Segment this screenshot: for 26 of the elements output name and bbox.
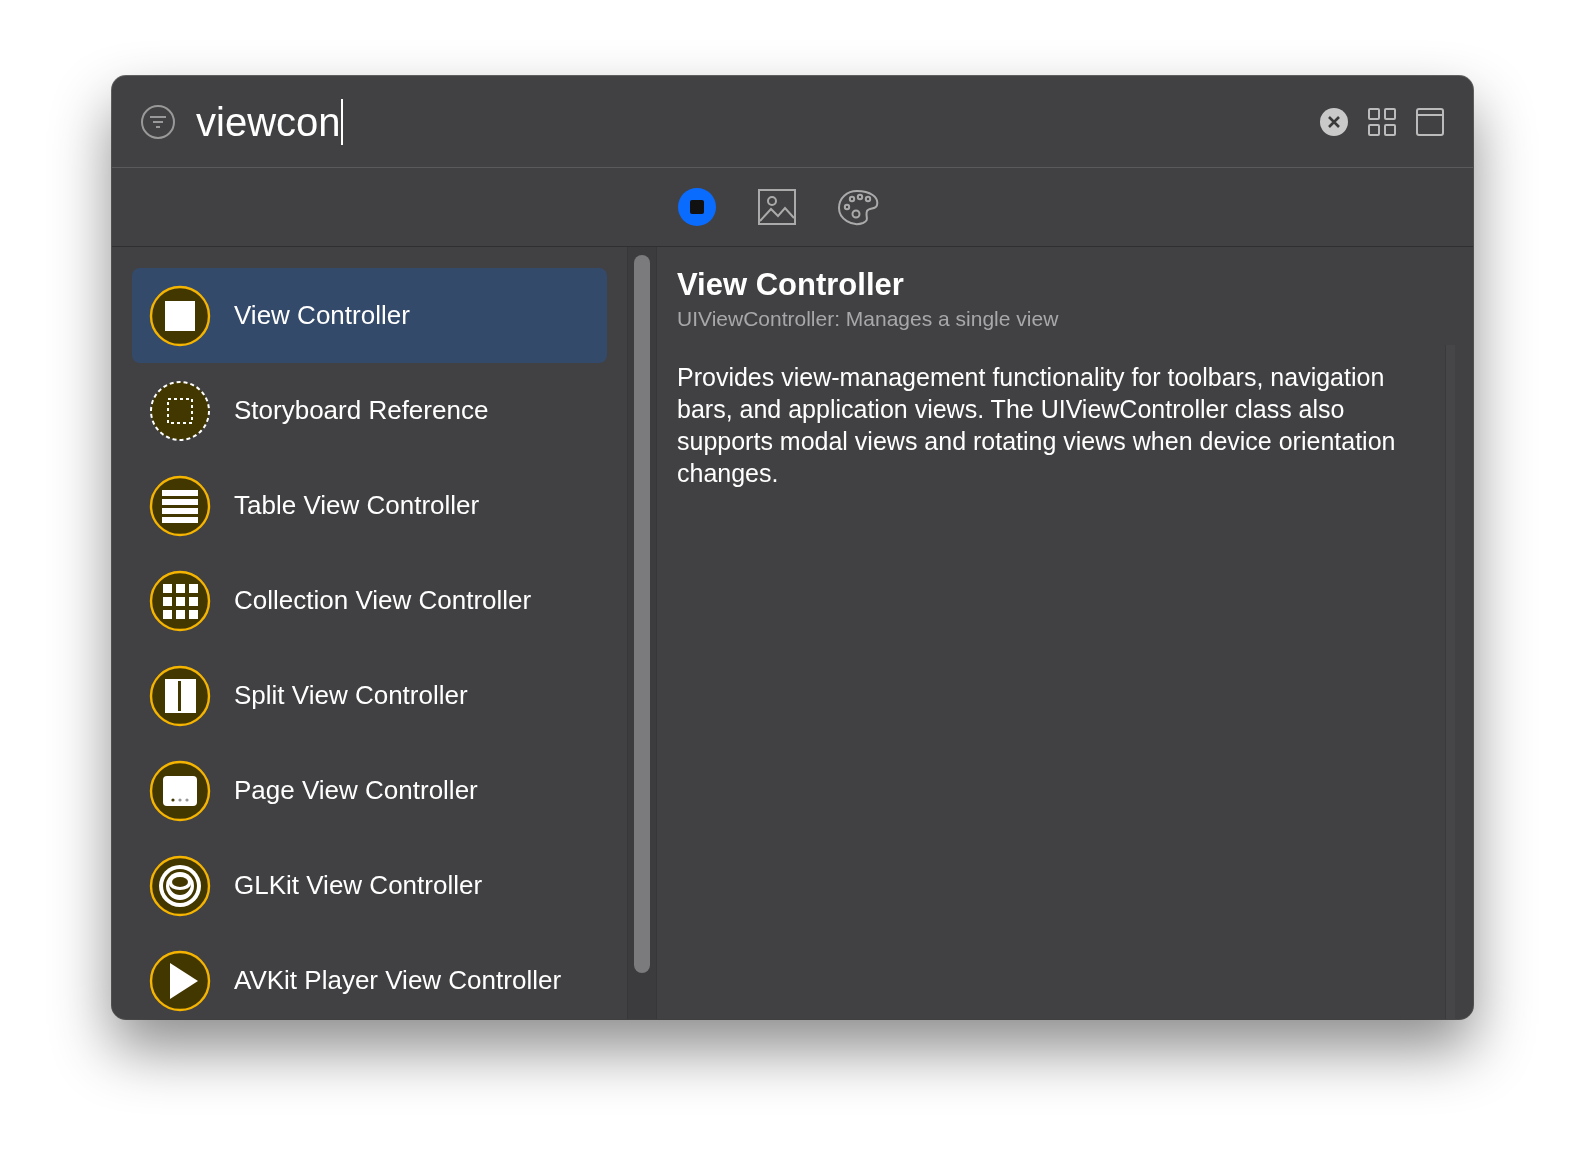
- grid-view-icon[interactable]: [1367, 106, 1397, 137]
- window-icon[interactable]: [1415, 106, 1445, 137]
- search-field[interactable]: viewcon: [196, 98, 343, 145]
- library-item[interactable]: Page View Controller: [132, 743, 607, 838]
- grid-icon: [148, 568, 212, 633]
- split-view-icon: [148, 663, 212, 728]
- palette-icon[interactable]: [836, 187, 879, 227]
- library-item[interactable]: AVKit Player View Controller: [132, 933, 607, 1019]
- square-button-icon[interactable]: [676, 187, 719, 227]
- clear-icon[interactable]: [1319, 106, 1349, 137]
- list-icon: [148, 473, 212, 538]
- page-icon: [148, 758, 212, 823]
- filter-icon[interactable]: [140, 103, 176, 140]
- library-item[interactable]: Collection View Controller: [132, 553, 607, 648]
- library-item[interactable]: View Controller: [132, 268, 607, 363]
- library-item[interactable]: Table View Controller: [132, 458, 607, 553]
- library-item[interactable]: GLKit View Controller: [132, 838, 607, 933]
- rings-icon: [148, 853, 212, 918]
- detail-description: Provides view-management functionality for toolbars, navigation bars, and application views. The UIViewController class also supports modal views and rotating views when device orientation changes.: [677, 362, 1397, 489]
- image-icon[interactable]: [756, 187, 799, 227]
- library-item[interactable]: Split View Controller: [132, 648, 607, 743]
- play-icon: [148, 948, 212, 1013]
- detail-title: View Controller: [677, 267, 905, 303]
- detail-subtitle: UIViewController: Manages a single view: [677, 307, 1060, 331]
- library-item[interactable]: Storyboard Reference: [132, 363, 607, 458]
- scrollbar-thumb[interactable]: [634, 255, 650, 973]
